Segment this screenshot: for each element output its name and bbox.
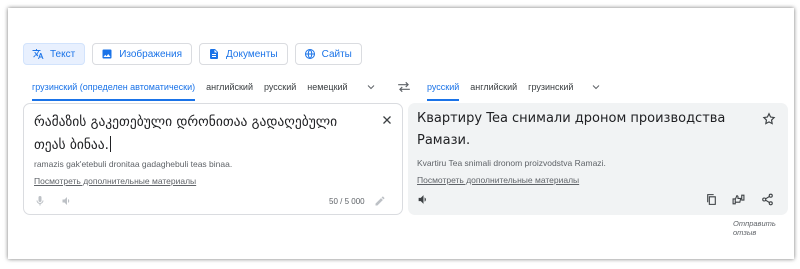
send-feedback-link[interactable]: Отправить отзыв xyxy=(733,219,794,237)
mode-tabs: Текст Изображения Документы Сайты xyxy=(23,43,362,65)
source-transliteration: ramazis gak'etebuli dronitaa gadaghebuli… xyxy=(34,159,233,169)
globe-icon xyxy=(304,48,315,60)
target-transliteration: Kvartiru Tea snimali dronom proizvodstva… xyxy=(417,158,606,168)
translate-icon xyxy=(32,49,44,59)
source-language-bar: грузинский (определен автоматически) анг… xyxy=(32,76,377,101)
speaker-icon[interactable] xyxy=(61,195,73,207)
tab-documents-label: Документы xyxy=(226,48,278,60)
source-lang-detected[interactable]: грузинский (определен автоматически) xyxy=(32,76,196,101)
tab-websites[interactable]: Сайты xyxy=(294,43,362,65)
target-language-bar: русский английский грузинский xyxy=(427,76,602,101)
share-icon[interactable] xyxy=(761,193,774,206)
speaker-icon[interactable] xyxy=(417,193,430,206)
source-text: რამაზის გაკეთებული დრონითაა გადაღებული თ… xyxy=(34,114,338,153)
translate-window: Текст Изображения Документы Сайты грузин… xyxy=(8,8,794,259)
source-more-link[interactable]: Посмотреть дополнительные материалы xyxy=(34,176,196,186)
source-text-input[interactable]: რამაზის გაკეთებული დრონითაა გადაღებული თ… xyxy=(34,111,364,157)
document-icon xyxy=(210,49,219,59)
tab-images-label: Изображения xyxy=(119,48,183,60)
source-lang-russian[interactable]: русский xyxy=(264,76,296,98)
target-lang-georgian[interactable]: грузинский xyxy=(528,76,573,98)
star-icon[interactable] xyxy=(762,112,776,126)
text-cursor xyxy=(109,136,111,152)
swap-languages-icon[interactable] xyxy=(397,81,411,93)
source-lang-german[interactable]: немецкий xyxy=(307,76,347,98)
rate-translation-icon[interactable] xyxy=(732,193,745,206)
microphone-icon[interactable] xyxy=(34,195,46,207)
tab-documents[interactable]: Документы xyxy=(199,43,288,65)
translation-text: Квартиру Tea снимали дроном производства… xyxy=(417,111,726,148)
target-lang-english[interactable]: английский xyxy=(470,76,517,98)
target-more-link[interactable]: Посмотреть дополнительные материалы xyxy=(417,175,579,185)
tab-websites-label: Сайты xyxy=(321,48,352,60)
close-icon[interactable] xyxy=(381,114,393,126)
tab-text-label: Текст xyxy=(50,48,76,60)
image-icon xyxy=(102,49,112,59)
target-lang-russian[interactable]: русский xyxy=(427,76,460,101)
source-panel: რამაზის გაკეთებული დრონითაა გადაღებული თ… xyxy=(23,103,403,215)
chevron-down-icon[interactable] xyxy=(590,81,602,93)
chevron-down-icon[interactable] xyxy=(365,81,377,93)
copy-icon[interactable] xyxy=(705,193,718,206)
edit-pencil-icon[interactable] xyxy=(374,195,386,207)
character-count: 50 / 5 000 xyxy=(329,197,365,206)
target-panel: Квартиру Tea снимали дроном производства… xyxy=(408,103,788,215)
tab-text[interactable]: Текст xyxy=(23,43,86,65)
source-lang-english[interactable]: английский xyxy=(206,76,253,98)
tab-images[interactable]: Изображения xyxy=(92,43,193,65)
